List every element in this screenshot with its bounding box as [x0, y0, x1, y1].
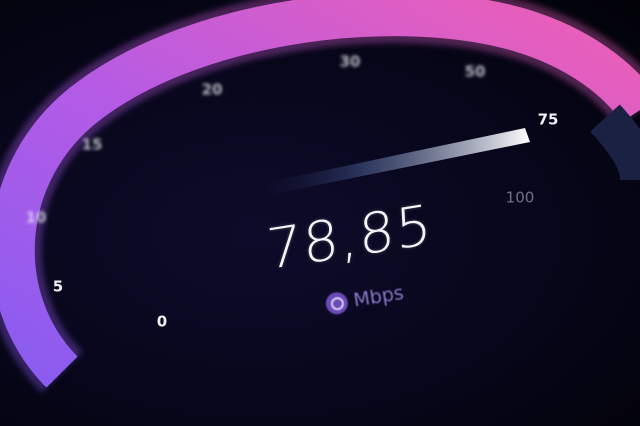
scale-label-20: 20	[202, 81, 223, 99]
scale-label-50: 50	[465, 63, 486, 81]
scale-label-5: 5	[53, 278, 63, 296]
scale-label-10: 10	[26, 209, 47, 227]
gauge-arc-remaining	[590, 104, 640, 182]
speed-test-screen: 0 5 10 15 20 30 50 75 100 78,85 Mbps	[0, 0, 640, 426]
scale-label-75: 75	[538, 111, 559, 129]
gauge-icon	[324, 290, 350, 316]
scale-label-100: 100	[506, 189, 535, 207]
scale-label-30: 30	[340, 53, 361, 71]
speed-needle	[260, 128, 530, 196]
scale-label-15: 15	[82, 136, 103, 154]
scale-label-0: 0	[157, 313, 167, 331]
